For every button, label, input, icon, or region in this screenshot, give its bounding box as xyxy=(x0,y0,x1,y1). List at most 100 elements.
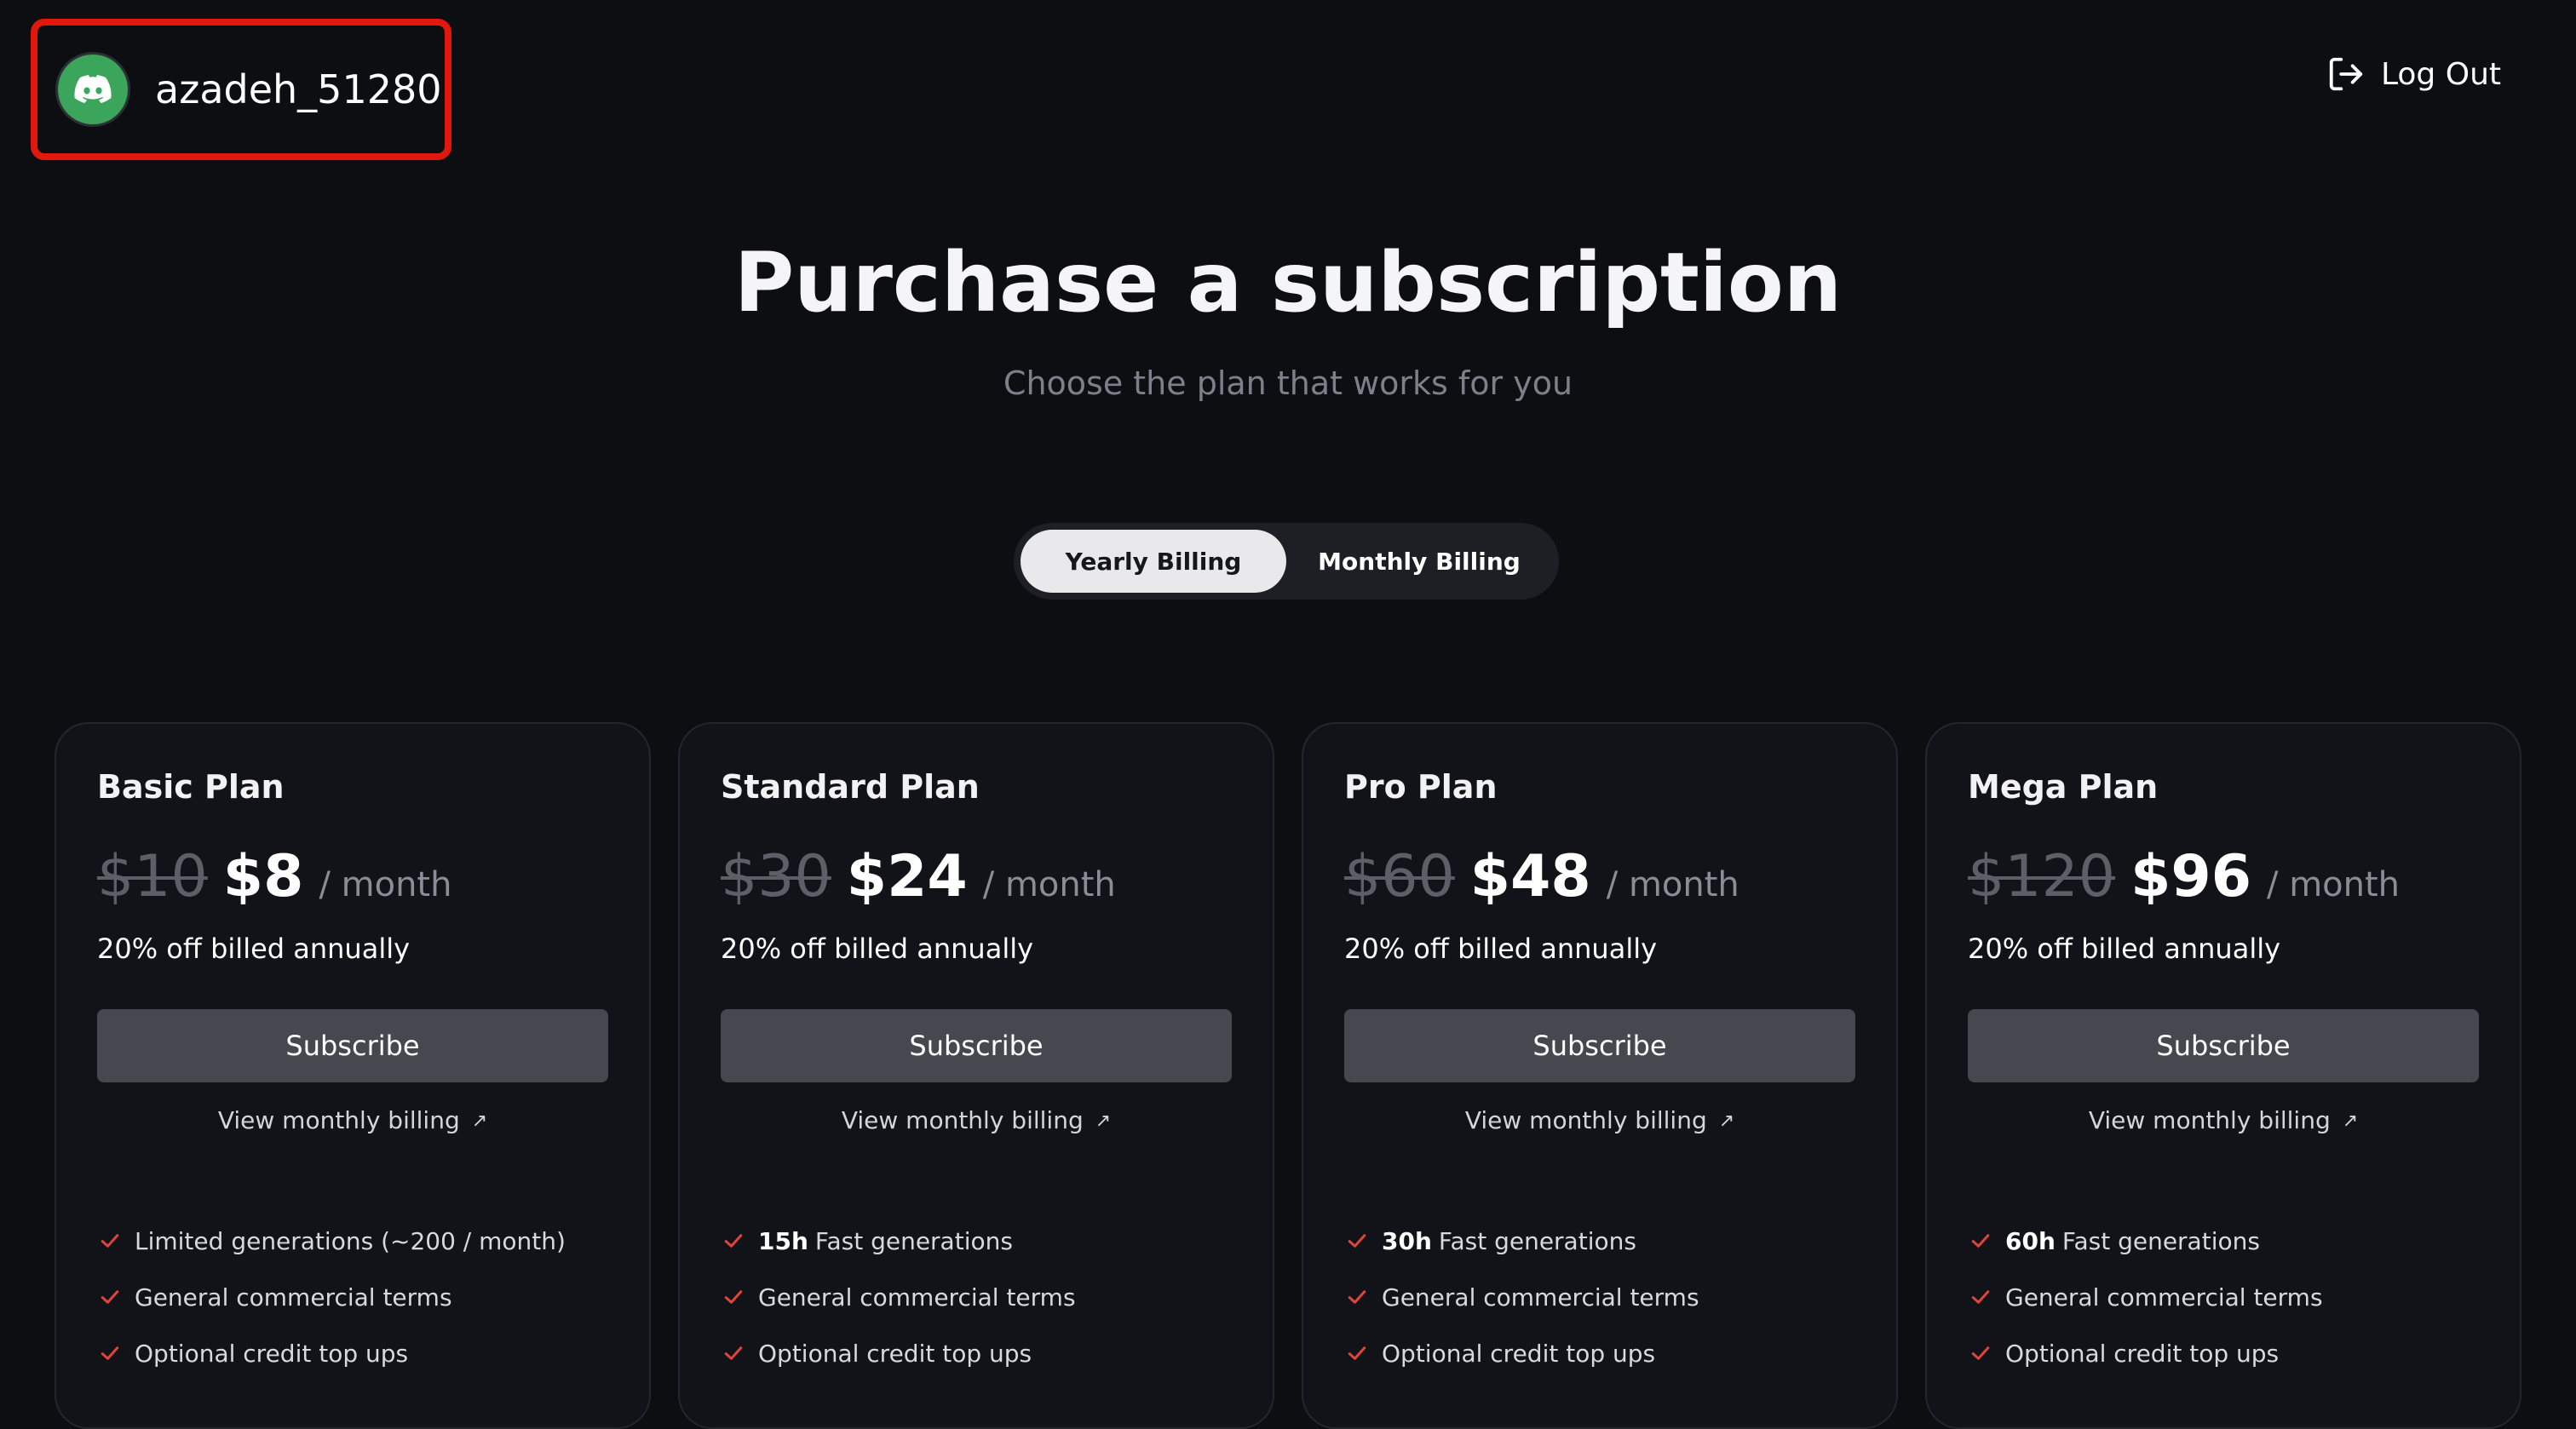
subscribe-button[interactable]: Subscribe xyxy=(1968,1009,2479,1082)
check-icon xyxy=(1968,1284,1993,1310)
feature-highlight: 30h xyxy=(1382,1226,1432,1255)
avatar[interactable] xyxy=(58,55,128,124)
billing-toggle: Yearly Billing Monthly Billing xyxy=(1014,523,1559,600)
plan-name: Mega Plan xyxy=(1968,768,2159,806)
feature-highlight: 15h xyxy=(758,1226,808,1255)
discounted-price: $48 xyxy=(1469,843,1591,910)
feature-text: Fast generations xyxy=(2061,1226,2260,1255)
feature-item: Optional credit top ups xyxy=(1344,1325,1855,1381)
original-price: $10 xyxy=(97,843,208,910)
check-icon xyxy=(1344,1340,1370,1366)
price-row: $10 $8 / month xyxy=(97,843,608,910)
view-monthly-billing-label: View monthly billing xyxy=(217,1106,460,1134)
check-icon xyxy=(1968,1340,1993,1366)
feature-text: Optional credit top ups xyxy=(1382,1339,1656,1368)
check-icon xyxy=(1968,1228,1993,1254)
discount-note: 20% off billed annually xyxy=(721,933,1034,965)
discount-note: 20% off billed annually xyxy=(97,933,411,965)
check-icon xyxy=(1344,1284,1370,1310)
page-subtitle: Choose the plan that works for you xyxy=(1003,364,1573,402)
feature-item: 30h Fast generations xyxy=(1344,1213,1855,1269)
check-icon xyxy=(721,1228,746,1254)
plan-name: Standard Plan xyxy=(721,768,980,806)
feature-text: Limited generations (~200 / month) xyxy=(135,1226,566,1255)
discounted-price: $96 xyxy=(2130,843,2252,910)
view-monthly-billing-link[interactable]: View monthly billing ↗ xyxy=(721,1106,1232,1134)
subscribe-button[interactable]: Subscribe xyxy=(721,1009,1232,1082)
arrow-up-right-icon: ↗ xyxy=(2342,1110,2359,1132)
price-row: $30 $24 / month xyxy=(721,843,1232,910)
view-monthly-billing-link[interactable]: View monthly billing ↗ xyxy=(1344,1106,1855,1134)
log-out-label: Log Out xyxy=(2380,56,2501,92)
subscribe-button[interactable]: Subscribe xyxy=(1344,1009,1855,1082)
original-price: $120 xyxy=(1968,843,2116,910)
monthly-billing-option[interactable]: Monthly Billing xyxy=(1286,530,1552,593)
discount-note: 20% off billed annually xyxy=(1344,933,1658,965)
feature-text: Fast generations xyxy=(1438,1226,1636,1255)
feature-list: 15h Fast generations General commercial t… xyxy=(721,1213,1232,1381)
view-monthly-billing-link[interactable]: View monthly billing ↗ xyxy=(1968,1106,2479,1134)
discord-icon xyxy=(74,75,112,103)
discounted-price: $24 xyxy=(846,843,968,910)
feature-item: General commercial terms xyxy=(721,1269,1232,1325)
feature-item: General commercial terms xyxy=(1344,1269,1855,1325)
username: azadeh_51280 xyxy=(155,66,442,112)
feature-text: General commercial terms xyxy=(2005,1283,2323,1311)
feature-highlight: 60h xyxy=(2005,1226,2056,1255)
feature-item: 15h Fast generations xyxy=(721,1213,1232,1269)
view-monthly-billing-label: View monthly billing xyxy=(841,1106,1084,1134)
check-icon xyxy=(97,1340,123,1366)
subscribe-button[interactable]: Subscribe xyxy=(97,1009,608,1082)
feature-text: General commercial terms xyxy=(1382,1283,1699,1311)
plan-card-pro: Pro Plan $60 $48 / month 20% off billed … xyxy=(1302,722,1898,1429)
feature-text: Fast generations xyxy=(814,1226,1013,1255)
feature-list: Limited generations (~200 / month) Gener… xyxy=(97,1213,608,1381)
feature-list: 30h Fast generations General commercial t… xyxy=(1344,1213,1855,1381)
plan-name: Basic Plan xyxy=(97,768,285,806)
view-monthly-billing-link[interactable]: View monthly billing ↗ xyxy=(97,1106,608,1134)
view-monthly-billing-label: View monthly billing xyxy=(2088,1106,2331,1134)
check-icon xyxy=(721,1340,746,1366)
price-period: / month xyxy=(1606,865,1739,904)
view-monthly-billing-label: View monthly billing xyxy=(1464,1106,1707,1134)
plan-card-mega: Mega Plan $120 $96 / month 20% off bille… xyxy=(1925,722,2521,1429)
price-period: / month xyxy=(982,865,1116,904)
yearly-billing-option[interactable]: Yearly Billing xyxy=(1021,530,1286,593)
feature-text: General commercial terms xyxy=(758,1283,1076,1311)
feature-item: Limited generations (~200 / month) xyxy=(97,1213,608,1269)
feature-item: Optional credit top ups xyxy=(721,1325,1232,1381)
price-period: / month xyxy=(2267,865,2401,904)
feature-item: General commercial terms xyxy=(97,1269,608,1325)
arrow-up-right-icon: ↗ xyxy=(1095,1110,1112,1132)
user-profile-highlight: azadeh_51280 xyxy=(31,19,451,160)
feature-text: Optional credit top ups xyxy=(2005,1339,2280,1368)
price-period: / month xyxy=(319,865,452,904)
plan-name: Pro Plan xyxy=(1344,768,1498,806)
feature-text: Optional credit top ups xyxy=(758,1339,1032,1368)
feature-item: 60h Fast generations xyxy=(1968,1213,2479,1269)
feature-item: General commercial terms xyxy=(1968,1269,2479,1325)
plan-card-basic: Basic Plan $10 $8 / month 20% off billed… xyxy=(55,722,651,1429)
check-icon xyxy=(721,1284,746,1310)
original-price: $60 xyxy=(1344,843,1455,910)
log-out-icon xyxy=(2326,55,2366,94)
log-out-button[interactable]: Log Out xyxy=(2326,55,2501,94)
arrow-up-right-icon: ↗ xyxy=(471,1110,488,1132)
feature-text: Optional credit top ups xyxy=(135,1339,409,1368)
price-row: $120 $96 / month xyxy=(1968,843,2479,910)
discounted-price: $8 xyxy=(222,843,304,910)
check-icon xyxy=(97,1284,123,1310)
feature-item: Optional credit top ups xyxy=(1968,1325,2479,1381)
discount-note: 20% off billed annually xyxy=(1968,933,2281,965)
plan-cards: Basic Plan $10 $8 / month 20% off billed… xyxy=(55,722,2521,1429)
check-icon xyxy=(97,1228,123,1254)
page-title: Purchase a subscription xyxy=(733,235,1843,330)
check-icon xyxy=(1344,1228,1370,1254)
feature-list: 60h Fast generations General commercial t… xyxy=(1968,1213,2479,1381)
plan-card-standard: Standard Plan $30 $24 / month 20% off bi… xyxy=(678,722,1274,1429)
original-price: $30 xyxy=(721,843,831,910)
arrow-up-right-icon: ↗ xyxy=(1718,1110,1735,1132)
price-row: $60 $48 / month xyxy=(1344,843,1855,910)
feature-text: General commercial terms xyxy=(135,1283,452,1311)
feature-item: Optional credit top ups xyxy=(97,1325,608,1381)
